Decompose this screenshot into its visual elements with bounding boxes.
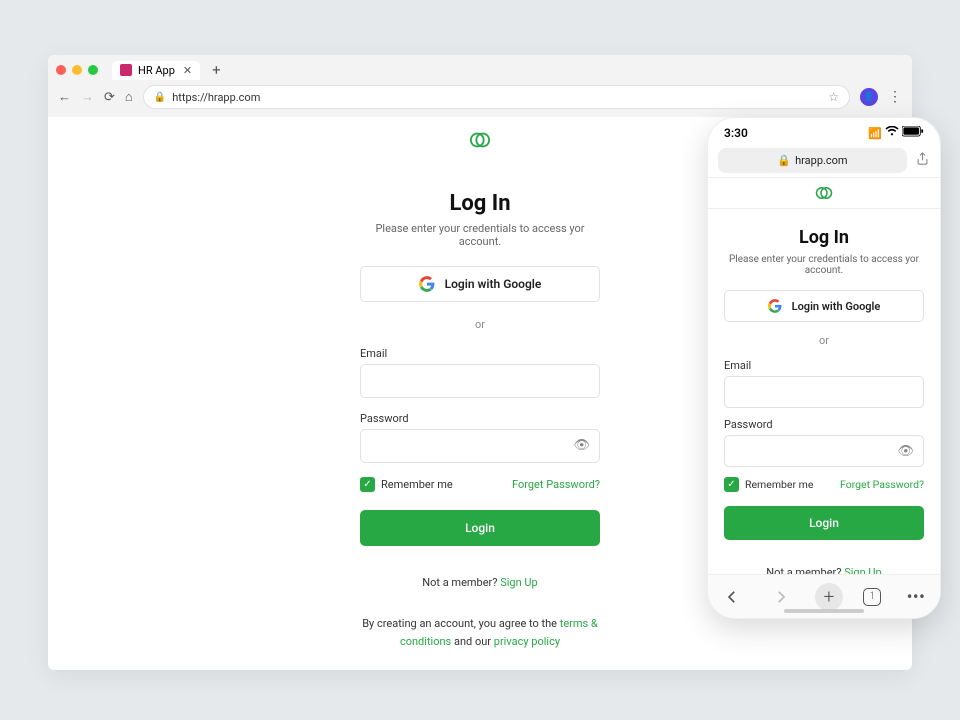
legal-text: By creating an account, you agree to the… — [360, 615, 600, 650]
address-bar[interactable]: 🔒 https://hrapp.com ☆ — [143, 85, 850, 109]
email-label: Email — [724, 359, 924, 372]
reload-icon[interactable]: ⟳ — [104, 90, 115, 105]
show-password-icon[interactable]: 👁 — [573, 438, 590, 453]
remember-forgot-row: ✓ Remember me Forget Password? — [360, 477, 600, 492]
login-form-mobile: Log In Please enter your credentials to … — [708, 227, 940, 619]
password-input[interactable] — [360, 429, 600, 463]
login-button[interactable]: Login — [360, 510, 600, 546]
remember-me-checkbox[interactable]: ✓ Remember me — [360, 477, 453, 492]
legal-prefix: By creating an account, you agree to the — [362, 617, 560, 630]
password-input[interactable] — [724, 435, 924, 467]
login-form: Log In Please enter your credentials to … — [360, 191, 600, 650]
email-input[interactable] — [724, 376, 924, 408]
close-tab-icon[interactable]: ✕ — [183, 64, 192, 77]
status-time: 3:30 — [724, 126, 748, 140]
tabs-icon[interactable]: 1 — [863, 588, 881, 606]
remember-label: Remember me — [745, 478, 813, 491]
privacy-link[interactable]: privacy policy — [494, 635, 560, 648]
safari-address-bar[interactable]: 🔒 hrapp.com — [718, 148, 907, 173]
page-subtitle: Please enter your credentials to access … — [724, 254, 924, 276]
password-label: Password — [360, 412, 600, 425]
forgot-password-link[interactable]: Forget Password? — [840, 478, 924, 491]
status-icons: 📶 — [868, 126, 924, 140]
favicon-icon — [120, 64, 132, 76]
battery-icon — [902, 126, 924, 140]
google-login-button[interactable]: Login with Google — [724, 290, 924, 322]
back-icon[interactable] — [718, 583, 746, 611]
close-window-icon[interactable] — [56, 65, 66, 75]
lock-icon: 🔒 — [777, 154, 791, 167]
more-icon[interactable]: ••• — [902, 583, 930, 611]
profile-avatar[interactable]: 👤 — [860, 88, 878, 106]
window-controls — [56, 65, 98, 75]
remember-forgot-row: ✓ Remember me Forget Password? — [724, 477, 924, 492]
browser-tab-bar: HR App ✕ + — [48, 55, 912, 79]
minimize-window-icon[interactable] — [72, 65, 82, 75]
safari-url-text: hrapp.com — [795, 154, 848, 167]
email-input[interactable] — [360, 364, 600, 398]
google-button-label: Login with Google — [445, 277, 542, 291]
google-icon — [419, 276, 435, 292]
back-icon[interactable]: ← — [58, 89, 71, 105]
google-icon — [768, 299, 782, 313]
remember-label: Remember me — [381, 478, 453, 491]
home-indicator — [784, 609, 864, 613]
page-title: Log In — [724, 227, 924, 248]
safari-address-bar-row: 🔒 hrapp.com — [718, 148, 930, 173]
wifi-icon — [885, 126, 899, 140]
app-logo-icon — [815, 184, 833, 202]
browser-tab[interactable]: HR App ✕ — [112, 61, 200, 80]
app-logo-icon — [469, 129, 491, 151]
signal-icon: 📶 — [868, 127, 882, 140]
page-subtitle: Please enter your credentials to access … — [360, 222, 600, 248]
header-logo-row-mobile — [708, 177, 940, 209]
url-text: https://hrapp.com — [172, 91, 260, 104]
bookmark-icon[interactable]: ☆ — [828, 90, 839, 104]
not-member-text: Not a member? — [422, 576, 500, 589]
show-password-icon[interactable]: 👁 — [897, 444, 914, 459]
browser-chrome: HR App ✕ + ← → ⟳ ⌂ 🔒 https://hrapp.com ☆… — [48, 55, 912, 117]
forward-icon[interactable] — [767, 583, 795, 611]
forgot-password-link[interactable]: Forget Password? — [512, 478, 600, 491]
phone-status-bar: 3:30 📶 — [708, 118, 940, 144]
new-tab-icon[interactable]: + — [815, 583, 843, 611]
forward-icon[interactable]: → — [81, 89, 94, 105]
home-icon[interactable]: ⌂ — [125, 89, 133, 105]
google-login-button[interactable]: Login with Google — [360, 266, 600, 302]
login-button[interactable]: Login — [724, 506, 924, 540]
password-label: Password — [724, 418, 924, 431]
address-bar-row: ← → ⟳ ⌂ 🔒 https://hrapp.com ☆ 👤 ⋮ — [48, 79, 912, 117]
page-title: Log In — [360, 191, 600, 216]
remember-me-checkbox[interactable]: ✓ Remember me — [724, 477, 813, 492]
signup-link[interactable]: Sign Up — [500, 576, 538, 589]
email-label: Email — [360, 347, 600, 360]
checkbox-checked-icon: ✓ — [360, 477, 375, 492]
checkbox-checked-icon: ✓ — [724, 477, 739, 492]
mobile-device-preview: 3:30 📶 🔒 hrapp.com Log In Please enter y… — [707, 117, 941, 619]
divider-or: or — [724, 334, 924, 347]
share-icon[interactable] — [915, 151, 930, 170]
lock-icon: 🔒 — [154, 92, 166, 103]
legal-mid: and our — [451, 635, 494, 648]
google-button-label: Login with Google — [792, 300, 881, 313]
tab-title: HR App — [138, 64, 175, 77]
divider-or: or — [360, 318, 600, 331]
browser-menu-icon[interactable]: ⋮ — [888, 89, 902, 105]
signup-prompt: Not a member? Sign Up — [360, 576, 600, 589]
maximize-window-icon[interactable] — [88, 65, 98, 75]
new-tab-icon[interactable]: + — [212, 61, 221, 79]
